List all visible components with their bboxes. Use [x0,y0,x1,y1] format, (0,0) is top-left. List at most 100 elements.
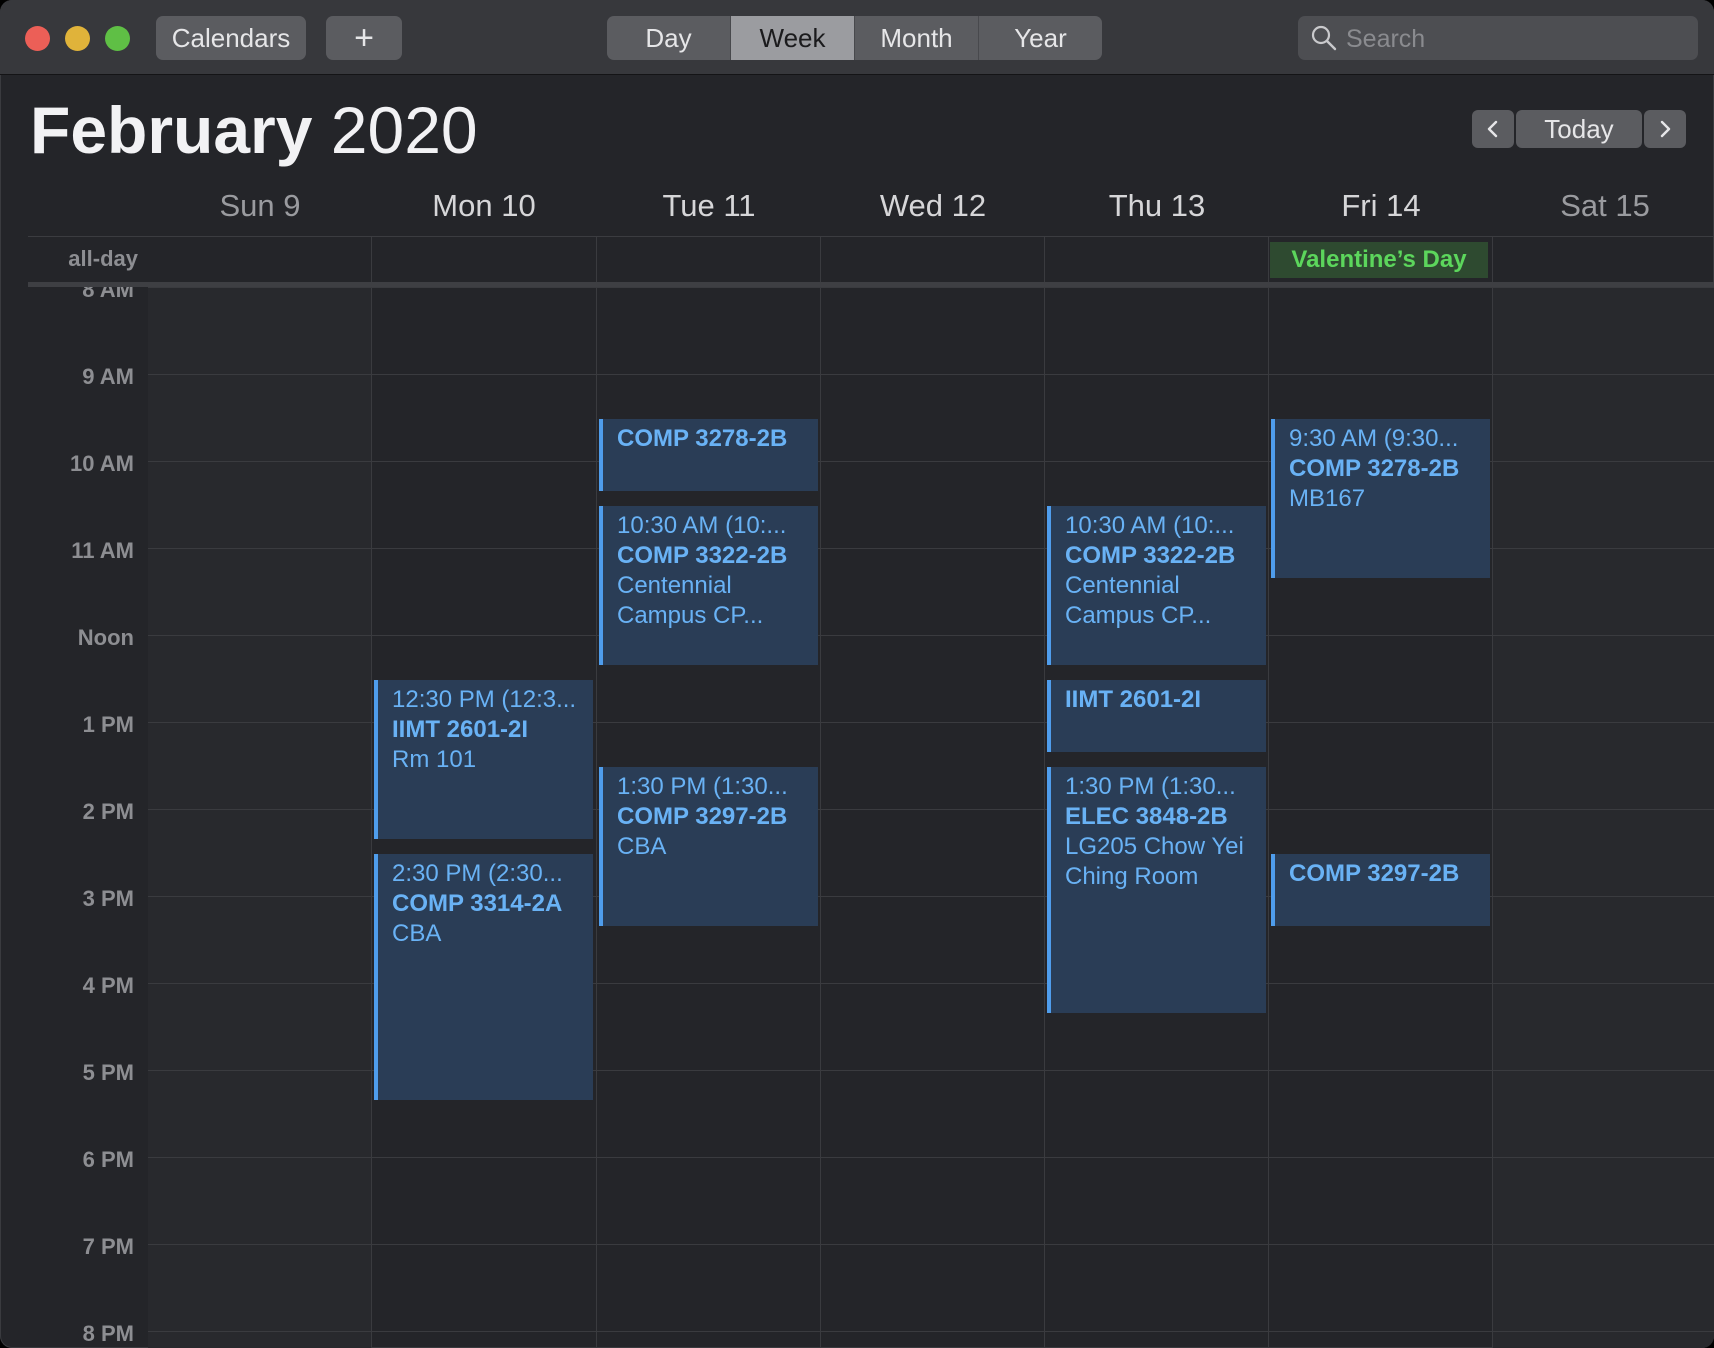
event-title: COMP 3322-2B [1065,541,1236,569]
search-input[interactable] [1344,16,1688,62]
title-month: February [30,93,313,167]
page-title: February 2020 [30,92,478,168]
day-header-thu[interactable]: Thu 13 [1045,182,1269,230]
calendar-event[interactable]: 1:30 PM (1:30... ELEC 3848-2B LG205 Chow Y… [1047,766,1266,1013]
column-divider [1268,237,1269,287]
event-title: IIMT 2601-2I [1065,685,1202,713]
hour-gridline [148,1331,1714,1332]
column-divider [596,237,597,287]
column-divider [596,287,597,1348]
calendar-event[interactable]: COMP 3297-2B [1271,853,1490,926]
day-header-tue[interactable]: Tue 11 [597,182,821,230]
zoom-window-button[interactable] [105,26,130,51]
calendar-event[interactable]: 1:30 PM (1:30... COMP 3297-2B CBA [599,766,818,926]
column-divider [371,287,372,1348]
hour-label: 8 AM [82,287,134,302]
event-time: 1:30 PM (1:30... [617,772,788,800]
header-divider [28,236,1714,237]
column-divider [820,287,821,1348]
next-week-button[interactable] [1644,110,1686,148]
view-month-tab[interactable]: Month [855,16,979,60]
hour-label: 3 PM [82,886,134,911]
chevron-left-icon [1487,120,1498,138]
calendars-button[interactable]: Calendars [156,16,306,60]
event-time: 10:30 AM (10:... [1065,511,1235,539]
event-location: Rm 101 [392,745,477,773]
calendar-event[interactable]: COMP 3278-2B [599,418,818,491]
column-divider [1268,287,1269,1348]
title-year: 2020 [330,93,478,167]
event-time: 9:30 AM (9:30... [1289,424,1459,452]
column-divider [1044,237,1045,287]
event-title: COMP 3297-2B [617,802,788,830]
weekend-column [1493,287,1714,1348]
hour-label: 2 PM [82,799,134,824]
weekend-column [148,287,371,1348]
calendar-window: Calendars + Day Week Month Year February… [0,0,1714,1348]
calendar-event[interactable]: 10:30 AM (10:... COMP 3322-2B Centennial C… [599,505,818,665]
event-title: IIMT 2601-2I [392,715,529,743]
event-time: 10:30 AM (10:... [617,511,787,539]
column-divider [371,237,372,287]
search-icon [1311,25,1337,51]
event-time: 1:30 PM (1:30... [1065,772,1236,800]
previous-week-button[interactable] [1472,110,1514,148]
event-location: Centennial Campus CP... [1065,571,1212,629]
search-field[interactable] [1298,16,1698,62]
view-day-tab[interactable]: Day [607,16,731,60]
view-week-tab[interactable]: Week [731,16,855,60]
hour-gridline [148,1244,1714,1245]
event-title: COMP 3278-2B [617,424,788,452]
add-event-button[interactable]: + [326,16,402,60]
day-header-sat[interactable]: Sat 15 [1493,182,1714,230]
event-location: MB167 [1289,484,1366,512]
hour-label: 8 PM [82,1321,134,1346]
day-header-fri[interactable]: Fri 14 [1269,182,1493,230]
event-time: 2:30 PM (2:30... [392,859,563,887]
hour-label: 10 AM [70,451,134,476]
column-divider [1044,287,1045,1348]
calendar-event[interactable]: 9:30 AM (9:30... COMP 3278-2B MB167 [1271,418,1490,578]
chevron-right-icon [1660,120,1671,138]
hour-gridline [148,287,1714,288]
calendar-event[interactable]: 10:30 AM (10:... COMP 3322-2B Centennial C… [1047,505,1266,665]
hour-label: Noon [77,625,134,650]
calendar-event[interactable]: 2:30 PM (2:30... COMP 3314-2A CBA [374,853,593,1100]
column-divider [820,237,821,287]
all-day-event[interactable]: Valentine’s Day [1270,242,1488,278]
time-grid[interactable]: 8 AM 9 AM 10 AM 11 AM Noon 1 PM 2 PM 3 PM 4 PM 5 … [0,287,1714,1348]
today-button[interactable]: Today [1516,110,1642,148]
event-location: Centennial Campus CP... [617,571,764,629]
hour-label: 4 PM [82,973,134,998]
hour-label: 6 PM [82,1147,134,1172]
view-switcher: Day Week Month Year [607,16,1102,60]
all-day-label: all-day [68,246,138,271]
hour-gridline [148,635,1714,636]
event-location: CBA [392,919,442,947]
calendar-event[interactable]: 12:30 PM (12:3... IIMT 2601-2I Rm 101 [374,679,593,839]
event-title: COMP 3322-2B [617,541,788,569]
event-location: LG205 Chow Yei Ching Room [1065,832,1244,890]
day-header-sun[interactable]: Sun 9 [148,182,372,230]
day-header-mon[interactable]: Mon 10 [372,182,596,230]
hour-gridline [148,374,1714,375]
hour-label: 9 AM [82,364,134,389]
calendar-event[interactable]: IIMT 2601-2I [1047,679,1266,752]
event-title: COMP 3297-2B [1289,859,1460,887]
hour-gridline [148,1157,1714,1158]
hour-label: 1 PM [82,712,134,737]
close-window-button[interactable] [25,26,50,51]
hour-label: 7 PM [82,1234,134,1259]
minimize-window-button[interactable] [65,26,90,51]
toolbar: Calendars + Day Week Month Year [0,0,1714,75]
event-title: COMP 3278-2B [1289,454,1460,482]
event-time: 12:30 PM (12:3... [392,685,577,713]
event-title: ELEC 3848-2B [1065,802,1228,830]
event-location: CBA [617,832,667,860]
hour-label: 11 AM [71,538,134,563]
column-divider [1492,237,1493,287]
day-header-wed[interactable]: Wed 12 [821,182,1045,230]
view-year-tab[interactable]: Year [979,16,1102,60]
column-divider [1492,287,1493,1348]
hour-label: 5 PM [82,1060,134,1085]
